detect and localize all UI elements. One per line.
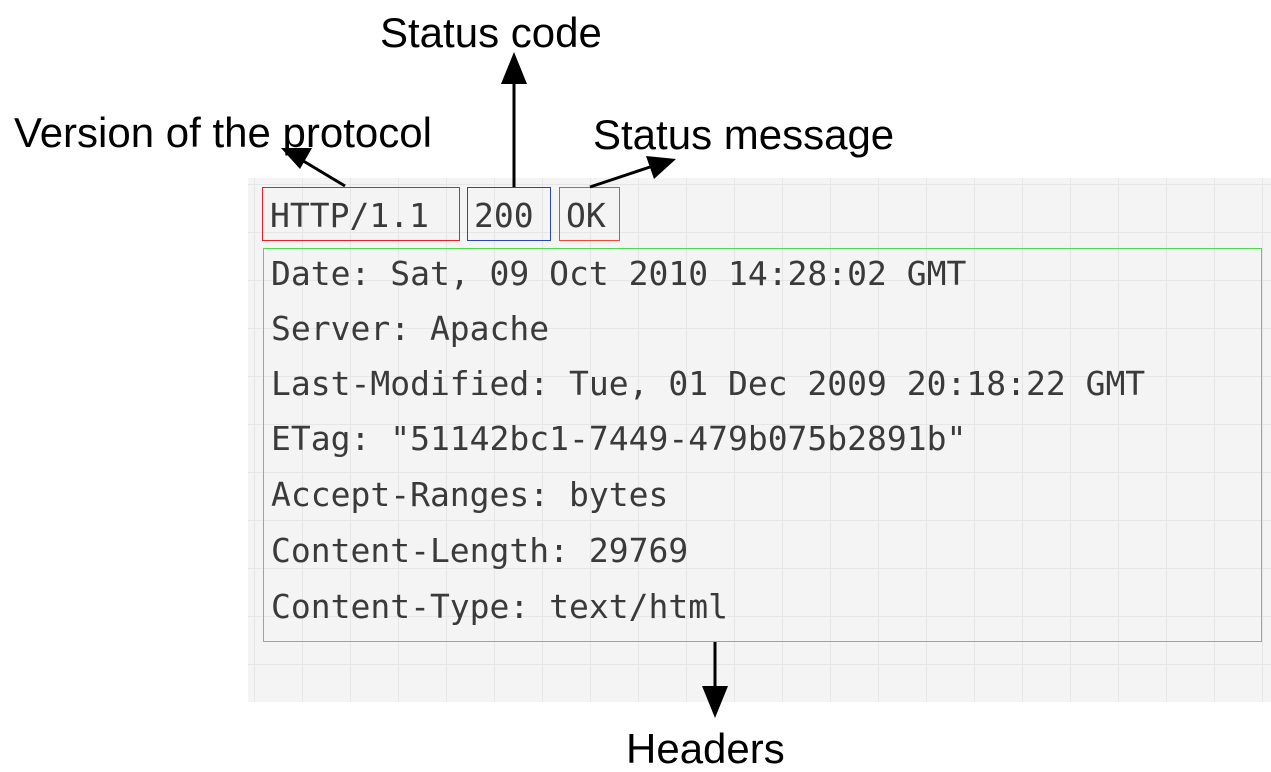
header-line: Date: Sat, 09 Oct 2010 14:28:02 GMT [271,254,967,293]
label-version: Version of the protocol [14,109,432,156]
status-message-text: OK [566,196,606,235]
header-line: Accept-Ranges: bytes [271,475,669,514]
header-line: Server: Apache [271,309,550,348]
status-code-text: 200 [474,196,534,235]
header-line: Content-Length: 29769 [271,531,689,570]
arrow-status-code [501,52,527,187]
header-line: Last-Modified: Tue, 01 Dec 2009 20:18:22… [271,364,1146,403]
header-line: ETag: "51142bc1-7449-479b075b2891b" [271,419,967,458]
label-status-message: Status message [593,111,895,158]
header-line: Content-Type: text/html [271,587,728,626]
status-version-text: HTTP/1.1 [270,196,429,235]
label-status-code: Status code [380,9,602,56]
label-headers: Headers [626,725,785,772]
